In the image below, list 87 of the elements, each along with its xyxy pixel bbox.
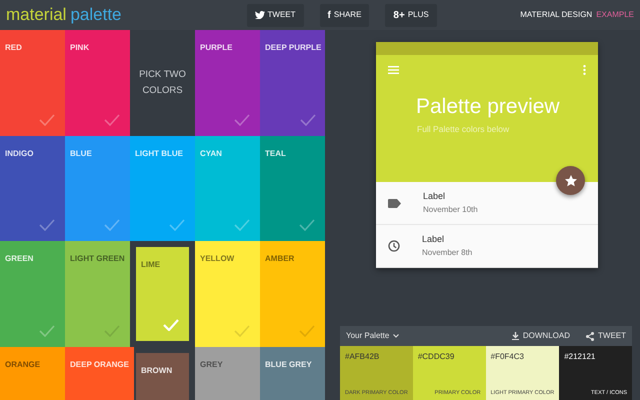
more-icon[interactable] [583,65,586,75]
hex-code: #F0F4C3 [490,351,525,363]
list-item[interactable]: Label November 8th [376,225,598,268]
logo-text[interactable]: material [6,2,66,28]
swatch-label: DEEP ORANGE [70,358,129,370]
bird-icon [254,11,265,19]
swatch-label: LIGHT GREEN [70,253,125,265]
swatch-label: PINK [70,42,90,54]
item-date: November 8th [422,246,472,259]
color-swatch[interactable]: BLUE GREY [260,346,325,400]
color-swatch[interactable]: CYAN [195,136,260,241]
check-icon [169,219,185,231]
star-icon [564,174,576,186]
plus-button[interactable]: 8+ PLUS [385,4,437,26]
check-icon [104,324,120,336]
swatch-label: BROWN [141,364,172,376]
swatch-label: CYAN [200,148,222,160]
color-swatch[interactable]: GREY [195,346,260,400]
color-swatch[interactable]: BROWN [136,352,189,400]
color-swatch[interactable]: LIME [136,247,189,340]
swatch-label: RED [5,42,22,54]
check-icon [234,114,250,126]
color-swatch[interactable]: TEAL [260,136,325,241]
check-icon [234,324,250,336]
swatch-label: TEAL [265,148,286,160]
link-text[interactable]: MATERIAL DESIGN [520,9,592,21]
pick-colors-prompt: PICK TWO COLORS [138,68,187,98]
f-icon: f [328,8,331,22]
color-swatch[interactable]: RED [0,30,65,136]
swatch-label: BLUE [70,148,92,160]
color-swatch[interactable]: ORANGE [0,346,65,400]
swatch-label: ORANGE [5,358,40,370]
check-icon [104,114,120,126]
hex-code: #212121 [564,351,596,363]
swatch-label: LIGHT BLUE [135,148,183,160]
swatch-label: DEEP PURPLE [265,42,322,54]
logo-text[interactable]: palette [70,2,122,28]
color-swatch[interactable]: PURPLE [195,30,260,136]
check-icon [163,318,179,330]
check-icon [299,324,315,336]
check-icon [299,219,315,231]
tag-icon [388,198,401,208]
hex-code: #AFB42B [345,351,380,363]
color-swatch[interactable]: DEEP ORANGE [65,346,134,400]
check-icon [39,219,55,231]
item-label: Label [423,190,446,204]
check-icon [234,219,250,231]
swatch-label: LIME [141,259,160,271]
download-button[interactable]: DOWNLOAD [512,330,570,342]
swatch-label: YELLOW [200,253,234,265]
color-swatch[interactable]: INDIGO [0,136,65,241]
swatch-label: AMBER [265,253,294,265]
plus-icon: 8+ [393,8,405,22]
share-icon [586,332,594,340]
share-button[interactable]: f SHARE [320,4,370,26]
color-swatch[interactable]: YELLOW [195,241,260,346]
color-swatch[interactable]: PINK [65,30,130,136]
list-item[interactable]: Label November 10th [376,182,598,225]
swatch-label: BLUE GREY [265,358,312,370]
check-icon [104,219,120,231]
item-date: November 10th [423,204,478,216]
color-swatch[interactable]: DEEP PURPLE [260,30,325,136]
clock-icon [388,240,400,252]
preview-title: Palette preview [416,94,561,120]
download-icon [512,332,519,340]
check-icon [39,324,55,336]
color-swatch[interactable]: GREEN [0,241,65,346]
preview-subtitle: Full Palette colors below [417,122,510,136]
swatch-label: INDIGO [5,148,34,160]
menu-icon[interactable] [388,66,399,74]
fab-button[interactable] [556,166,585,195]
palette-dropdown[interactable]: Your Palette [346,330,400,342]
tweet-button[interactable]: TWEET [586,330,626,342]
item-label: Label [422,233,446,246]
swatch-label: GREEN [5,253,34,265]
color-swatch[interactable]: LIGHT GREEN [65,241,130,346]
hex-code: #CDDC39 [418,351,456,363]
swatch-label: GREY [200,358,223,370]
check-icon [300,114,316,126]
color-swatch[interactable]: AMBER [260,241,325,346]
tweet-button[interactable]: TWEET [246,4,304,26]
link-text[interactable]: EXAMPLE [596,9,634,21]
caret-icon [393,334,400,338]
check-icon [39,114,55,126]
swatch-label: PURPLE [200,42,232,54]
color-swatch[interactable]: LIGHT BLUE [130,136,195,241]
color-swatch[interactable]: BLUE [65,136,130,241]
